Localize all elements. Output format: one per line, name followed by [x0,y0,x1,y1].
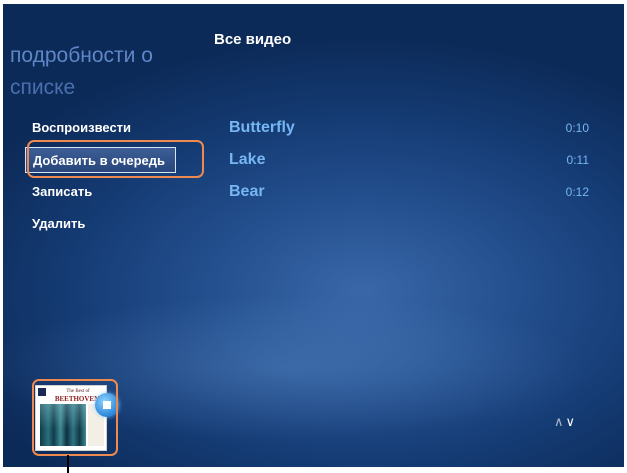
callout-highlight-add-to-queue [27,140,204,178]
video-title: Lake [229,151,266,168]
list-item[interactable]: Bear 0:12 [229,179,589,205]
panel-title-line2: списке [10,76,76,99]
chevron-down-icon[interactable]: ∨ [566,414,578,429]
callout-leader-line [67,455,69,473]
panel-title: подробности о списке [10,40,200,104]
menu-item-burn[interactable]: Записать [25,179,92,205]
page-title: Все видео [214,31,292,48]
video-duration: 0:11 [566,153,589,167]
video-duration: 0:10 [565,121,589,135]
menu-item-play[interactable]: Воспроизвести [25,115,131,141]
scroll-arrows: ∧∨ [554,414,577,430]
chevron-up-icon[interactable]: ∧ [554,414,566,429]
video-duration: 0:12 [565,185,589,199]
video-title: Bear [229,183,265,200]
callout-highlight-now-playing [32,379,118,456]
video-title: Butterfly [229,119,295,136]
panel-title-line1: подробности о [10,44,153,67]
menu-item-delete[interactable]: Удалить [25,211,85,237]
list-item[interactable]: Butterfly 0:10 [229,115,589,141]
list-item[interactable]: Lake 0:11 [229,147,589,173]
